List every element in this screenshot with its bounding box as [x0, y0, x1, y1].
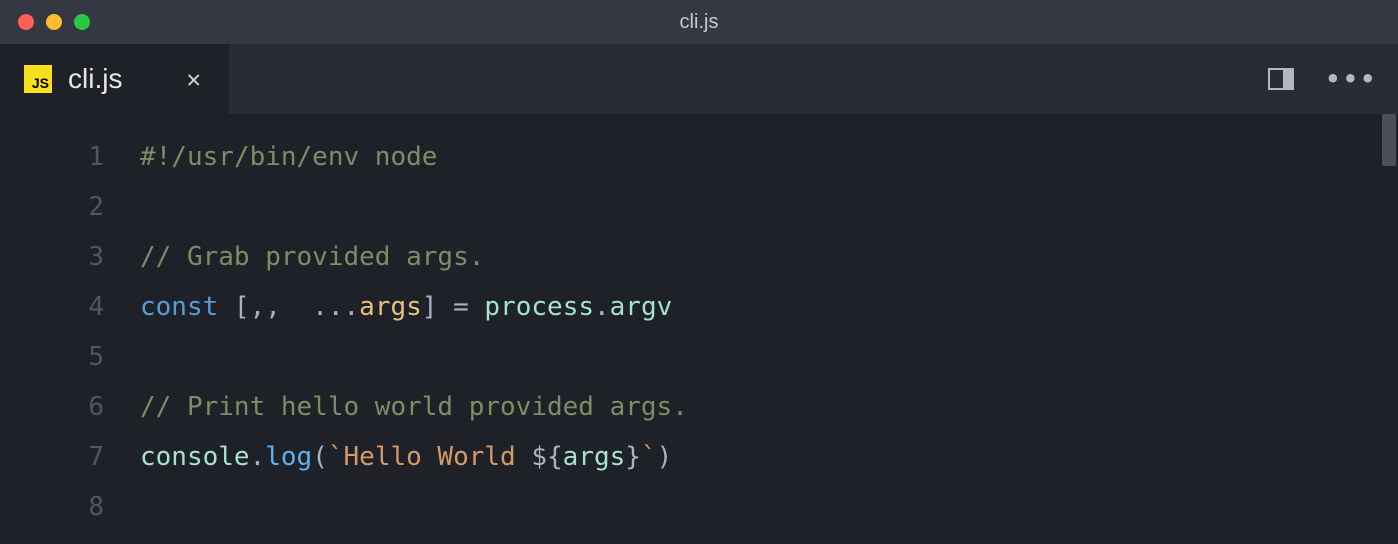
backtick: ` [328, 442, 344, 472]
code-line-3[interactable]: // Grab provided args. [140, 232, 688, 282]
paren-close: ) [657, 442, 673, 472]
identifier-argv: argv [610, 292, 673, 322]
editor-actions: ••• [1268, 65, 1378, 93]
backtick: ` [641, 442, 657, 472]
line-number: 5 [0, 332, 104, 382]
line-number: 8 [0, 482, 104, 532]
dot: . [594, 292, 610, 322]
interp-close: } [625, 442, 641, 472]
keyword-const: const [140, 292, 218, 322]
line-number: 6 [0, 382, 104, 432]
window-close-button[interactable] [18, 14, 34, 30]
comment: // Grab provided args. [140, 242, 484, 272]
line-number: 2 [0, 182, 104, 232]
function-log: log [265, 442, 312, 472]
code-line-6[interactable]: // Print hello world provided args. [140, 382, 688, 432]
line-number: 3 [0, 232, 104, 282]
identifier-process: process [484, 292, 594, 322]
line-number: 7 [0, 432, 104, 482]
operator-eq: = [453, 292, 469, 322]
code-line-1[interactable]: #!/usr/bin/env node [140, 132, 688, 182]
identifier-args: args [359, 292, 422, 322]
code-line-2[interactable] [140, 182, 688, 232]
code-line-4[interactable]: const [,, ...args] = process.argv [140, 282, 688, 332]
string-literal: Hello World [344, 442, 532, 472]
line-number: 4 [0, 282, 104, 332]
shebang: #!/usr/bin/env node [140, 142, 437, 172]
tab-cli-js[interactable]: JS cli.js ✕ [0, 44, 229, 114]
tab-label: cli.js [68, 63, 122, 95]
comment: // Print hello world provided args. [140, 392, 688, 422]
window-maximize-button[interactable] [74, 14, 90, 30]
code-content[interactable]: #!/usr/bin/env node // Grab provided arg… [140, 114, 688, 544]
split-editor-icon[interactable] [1268, 68, 1294, 90]
scrollbar-thumb[interactable] [1382, 114, 1396, 166]
identifier-console: console [140, 442, 250, 472]
scrollbar-track[interactable] [1380, 114, 1398, 544]
code-line-8[interactable] [140, 482, 688, 532]
interp-open: ${ [531, 442, 562, 472]
dot: . [250, 442, 266, 472]
punct: [,, ... [218, 292, 359, 322]
more-actions-icon[interactable]: ••• [1326, 65, 1378, 93]
traffic-lights [18, 14, 90, 30]
titlebar: cli.js [0, 0, 1398, 44]
code-line-5[interactable] [140, 332, 688, 382]
identifier-args: args [563, 442, 626, 472]
code-line-7[interactable]: console.log(`Hello World ${args}`) [140, 432, 688, 482]
punct: ] [422, 292, 453, 322]
window-minimize-button[interactable] [46, 14, 62, 30]
javascript-file-icon: JS [24, 65, 52, 93]
paren-open: ( [312, 442, 328, 472]
line-number: 1 [0, 132, 104, 182]
tab-close-button[interactable]: ✕ [186, 65, 200, 93]
line-number-gutter: 1 2 3 4 5 6 7 8 [0, 114, 140, 544]
window-title: cli.js [680, 11, 719, 34]
tab-bar: JS cli.js ✕ ••• [0, 44, 1398, 114]
editor[interactable]: 1 2 3 4 5 6 7 8 #!/usr/bin/env node // G… [0, 114, 1398, 544]
space [469, 292, 485, 322]
